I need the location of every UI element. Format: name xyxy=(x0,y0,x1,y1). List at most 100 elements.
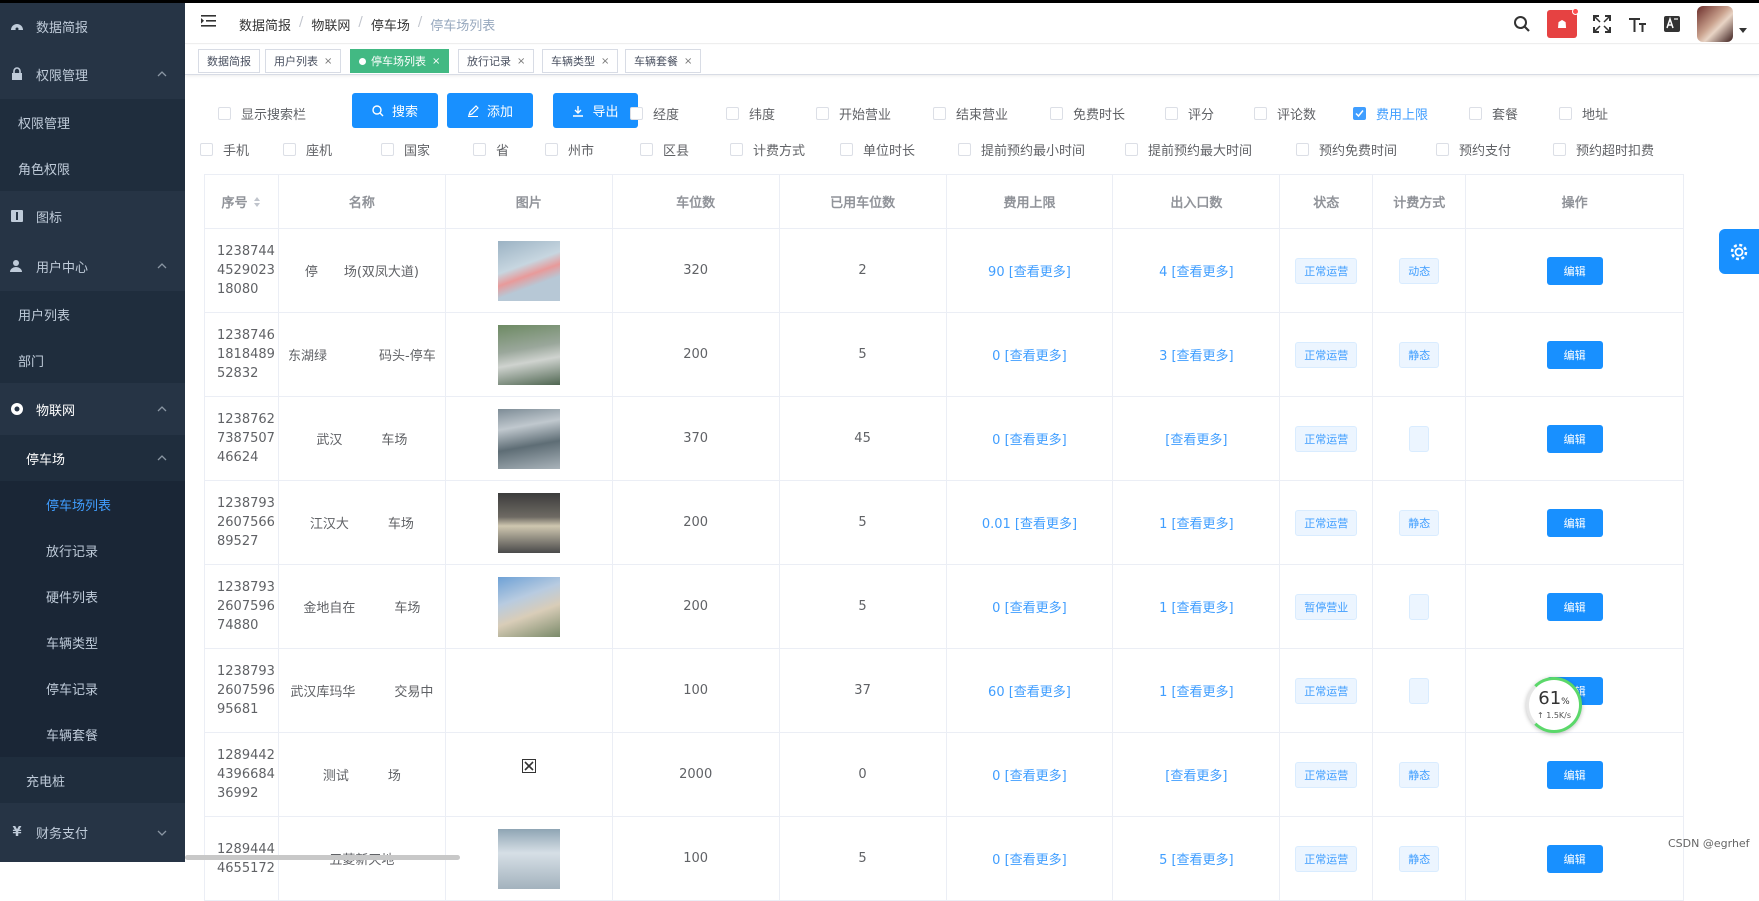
checkbox-box[interactable] xyxy=(218,107,231,120)
sidebar-item-icons[interactable]: 图标 xyxy=(0,191,185,241)
column-toggle-checkbox[interactable]: 结束营业 xyxy=(933,104,1008,123)
checkbox-box[interactable] xyxy=(1353,107,1366,120)
parking-thumbnail[interactable] xyxy=(497,240,560,301)
column-toggle-checkbox[interactable]: 提前预约最小时间 xyxy=(958,140,1085,159)
checkbox-box[interactable] xyxy=(958,143,971,156)
column-toggle-checkbox[interactable]: 经度 xyxy=(630,104,679,123)
breadcrumb-item[interactable]: 数据简报 xyxy=(239,15,291,34)
gates-more-link[interactable]: 5 [查看更多] xyxy=(1159,849,1234,868)
column-toggle-checkbox[interactable]: 预约支付 xyxy=(1436,140,1511,159)
gates-more-link[interactable]: 1 [查看更多] xyxy=(1159,513,1234,532)
breadcrumb-item[interactable]: 物联网 xyxy=(311,15,350,34)
column-toggle-checkbox[interactable]: 国家 xyxy=(381,140,430,159)
column-toggle-checkbox[interactable]: 计费方式 xyxy=(730,140,805,159)
checkbox-box[interactable] xyxy=(283,143,296,156)
sidebar-item-release-records[interactable]: 放行记录 xyxy=(0,527,185,573)
checkbox-box[interactable] xyxy=(1165,107,1178,120)
fee-more-link[interactable]: 0 [查看更多] xyxy=(992,345,1067,364)
checkbox-box[interactable] xyxy=(1050,107,1063,120)
checkbox-box[interactable] xyxy=(726,107,739,120)
settings-button[interactable] xyxy=(1719,229,1759,274)
edit-button[interactable]: 编辑 xyxy=(1546,424,1603,453)
column-toggle-checkbox[interactable]: 预约超时扣费 xyxy=(1553,140,1654,159)
checkbox-box[interactable] xyxy=(1254,107,1267,120)
add-button[interactable]: 添加 xyxy=(447,93,533,128)
notification-button[interactable]: ☗ xyxy=(1547,8,1579,38)
search-icon[interactable] xyxy=(1513,15,1531,33)
caret-down-icon[interactable] xyxy=(1739,28,1747,34)
sidebar-item-user-list[interactable]: 用户列表 xyxy=(0,291,185,337)
sidebar-item-parking-records[interactable]: 停车记录 xyxy=(0,665,185,711)
fee-more-link[interactable]: 0.01 [查看更多] xyxy=(982,513,1077,532)
parking-thumbnail[interactable] xyxy=(497,492,560,553)
close-icon[interactable]: × xyxy=(601,56,609,67)
checkbox-box[interactable] xyxy=(473,143,486,156)
checkbox-box[interactable] xyxy=(630,107,643,120)
edit-button[interactable]: 编辑 xyxy=(1546,256,1603,285)
column-toggle-checkbox[interactable]: 州市 xyxy=(545,140,594,159)
show-search-checkbox[interactable]: 显示搜索栏 xyxy=(218,104,306,123)
column-toggle-checkbox[interactable]: 地址 xyxy=(1559,104,1608,123)
sort-icon[interactable] xyxy=(253,196,261,208)
search-button[interactable]: 搜索 xyxy=(352,93,438,128)
tag-dashboard[interactable]: 数据简报 xyxy=(198,49,260,73)
checkbox-box[interactable] xyxy=(640,143,653,156)
column-toggle-checkbox[interactable]: 区县 xyxy=(640,140,689,159)
column-toggle-checkbox[interactable]: 手机 xyxy=(200,140,249,159)
column-toggle-checkbox[interactable]: 免费时长 xyxy=(1050,104,1125,123)
column-toggle-checkbox[interactable]: 评分 xyxy=(1165,104,1214,123)
edit-button[interactable]: 编辑 xyxy=(1546,760,1603,789)
tag-vehicle-type[interactable]: 车辆类型 × xyxy=(542,49,619,73)
column-toggle-checkbox[interactable]: 座机 xyxy=(283,140,332,159)
fee-more-link[interactable]: 0 [查看更多] xyxy=(992,765,1067,784)
close-icon[interactable]: × xyxy=(684,56,692,67)
checkbox-box[interactable] xyxy=(1125,143,1138,156)
sidebar-item-iot[interactable]: 物联网 xyxy=(0,383,185,435)
close-icon[interactable]: × xyxy=(517,56,525,67)
sidebar-item-charging[interactable]: 充电桩 xyxy=(0,757,185,803)
close-icon[interactable]: × xyxy=(324,56,332,67)
fee-more-link[interactable]: 60 [查看更多] xyxy=(988,681,1071,700)
translate-icon[interactable] xyxy=(1663,15,1681,33)
column-toggle-checkbox[interactable]: 省 xyxy=(473,140,509,159)
checkbox-box[interactable] xyxy=(730,143,743,156)
fullscreen-icon[interactable] xyxy=(1593,15,1611,33)
tag-parking-list[interactable]: 停车场列表 × xyxy=(350,49,450,73)
tag-release-records[interactable]: 放行记录 × xyxy=(458,49,535,73)
checkbox-box[interactable] xyxy=(933,107,946,120)
checkbox-box[interactable] xyxy=(1559,107,1572,120)
fee-more-link[interactable]: 0 [查看更多] xyxy=(992,597,1067,616)
sidebar-item-permission-manage[interactable]: 权限管理 xyxy=(0,99,185,145)
network-speed-widget[interactable]: 61% ↑ 1.5K/s xyxy=(1526,677,1582,733)
parking-thumbnail[interactable] xyxy=(497,408,560,469)
sidebar-item-department[interactable]: 部门 xyxy=(0,337,185,383)
sidebar-item-parking[interactable]: 停车场 xyxy=(0,435,185,481)
close-icon[interactable]: × xyxy=(432,56,440,67)
parking-thumbnail[interactable] xyxy=(497,576,560,637)
gates-more-link[interactable]: 4 [查看更多] xyxy=(1159,261,1234,280)
checkbox-box[interactable] xyxy=(1469,107,1482,120)
column-toggle-checkbox[interactable]: 评论数 xyxy=(1254,104,1316,123)
column-toggle-checkbox[interactable]: 纬度 xyxy=(726,104,775,123)
breadcrumb-item[interactable]: 停车场 xyxy=(371,15,410,34)
tag-user-list[interactable]: 用户列表 × xyxy=(265,49,342,73)
sidebar-item-vehicle-package[interactable]: 车辆套餐 xyxy=(0,711,185,757)
edit-button[interactable]: 编辑 xyxy=(1546,340,1603,369)
column-toggle-checkbox[interactable]: 单位时长 xyxy=(840,140,915,159)
sidebar-item-dashboard[interactable]: 数据简报 xyxy=(0,3,185,49)
checkbox-box[interactable] xyxy=(1436,143,1449,156)
sidebar-item-permission[interactable]: 权限管理 xyxy=(0,49,185,99)
horizontal-scrollbar[interactable] xyxy=(185,855,460,860)
column-toggle-checkbox[interactable]: 预约免费时间 xyxy=(1296,140,1397,159)
hamburger-icon[interactable] xyxy=(201,13,217,29)
user-avatar[interactable] xyxy=(1697,6,1733,42)
gates-more-link[interactable]: 1 [查看更多] xyxy=(1159,681,1234,700)
export-button[interactable]: 导出 xyxy=(553,93,638,128)
fee-more-link[interactable]: 90 [查看更多] xyxy=(988,261,1071,280)
edit-button[interactable]: 编辑 xyxy=(1546,508,1603,537)
tag-vehicle-package[interactable]: 车辆套餐 × xyxy=(625,49,702,73)
parking-thumbnail[interactable] xyxy=(497,324,560,385)
font-size-icon[interactable] xyxy=(1627,15,1647,33)
gates-more-link[interactable]: [查看更多] xyxy=(1165,429,1227,448)
fee-more-link[interactable]: 0 [查看更多] xyxy=(992,429,1067,448)
